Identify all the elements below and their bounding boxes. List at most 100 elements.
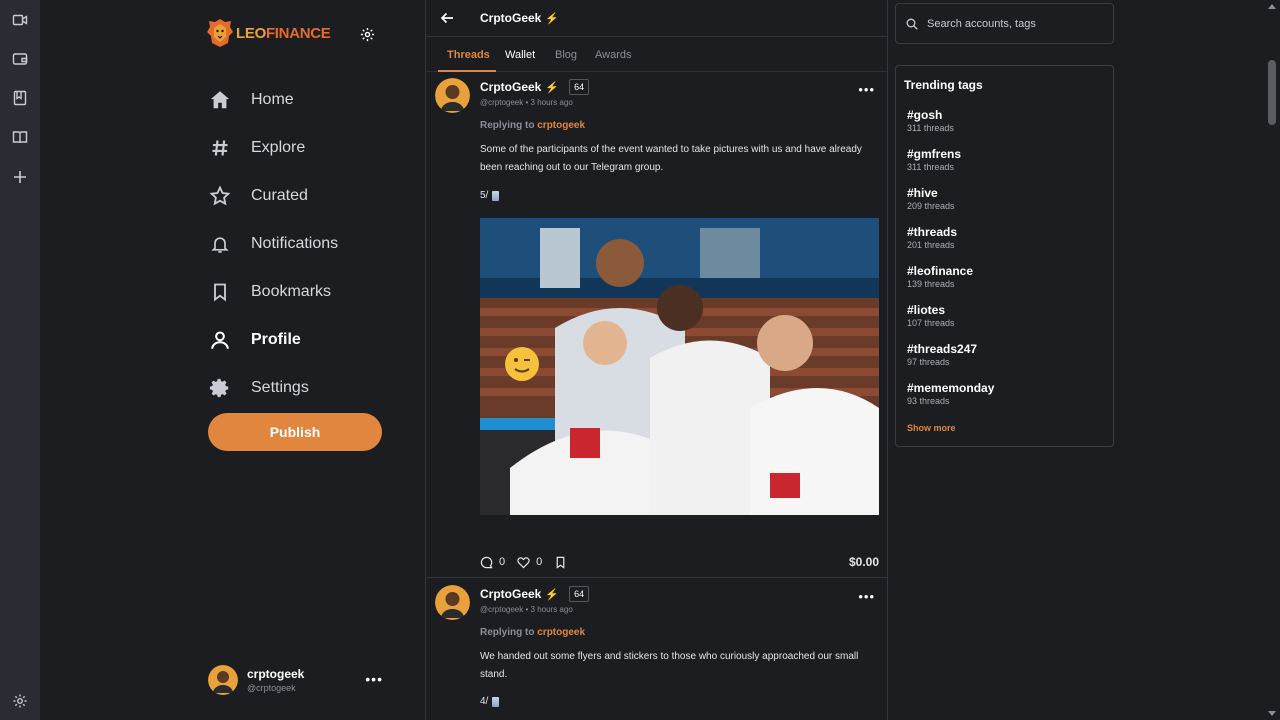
- home-icon: [208, 88, 232, 112]
- tag-name: #gosh: [907, 108, 943, 122]
- trending-tag[interactable]: #mememonday 93 threads: [907, 381, 994, 406]
- bookmark-button[interactable]: [554, 556, 573, 569]
- post-more-icon[interactable]: •••: [858, 82, 875, 97]
- nav-label-explore: Explore: [251, 139, 306, 156]
- tab-wallet[interactable]: Wallet: [505, 49, 535, 61]
- account-handle: @crptogeek: [247, 683, 296, 693]
- lightning-icon: ⚡: [545, 588, 560, 601]
- nav-label-home: Home: [251, 91, 294, 108]
- tag-count: 311 threads: [907, 123, 954, 133]
- scroll-down-arrow-icon[interactable]: [1268, 711, 1276, 716]
- post-handle: @crptogeek: [480, 98, 524, 107]
- trending-tag[interactable]: #gmfrens 311 threads: [907, 147, 961, 172]
- payout-amount[interactable]: $0.00: [849, 555, 879, 569]
- tab-awards[interactable]: Awards: [595, 49, 631, 61]
- nav-label-notifications: Notifications: [251, 235, 339, 252]
- bell-icon: [208, 232, 232, 256]
- post-author[interactable]: CrptoGeek: [480, 587, 541, 601]
- thread-counter: 5/: [480, 190, 489, 201]
- trending-tag[interactable]: #threads 201 threads: [907, 225, 957, 250]
- tag-count: 209 threads: [907, 201, 955, 211]
- nav-label-settings: Settings: [251, 379, 309, 396]
- nav-label-bookmarks: Bookmarks: [251, 283, 332, 300]
- tag-count: 201 threads: [907, 240, 955, 250]
- user-icon: [208, 328, 232, 352]
- settings-icon: [208, 376, 232, 400]
- reputation-badge: 64: [569, 79, 590, 95]
- plus-icon[interactable]: [10, 167, 30, 187]
- nav-item-home[interactable]: Home: [208, 76, 338, 124]
- replying-to-link[interactable]: crptogeek: [537, 627, 585, 638]
- profile-title: CrptoGeek: [480, 11, 542, 25]
- star-icon: [208, 184, 232, 208]
- nav-item-bookmarks[interactable]: Bookmarks: [208, 268, 338, 316]
- post-time: 3 hours ago: [530, 605, 573, 614]
- trending-tags-panel: Trending tags #gosh 311 threads #gmfrens 3…: [895, 65, 1114, 447]
- nav-item-notifications[interactable]: Notifications: [208, 220, 338, 268]
- trending-tag[interactable]: #liotes 107 threads: [907, 303, 955, 328]
- tag-name: #gmfrens: [907, 147, 962, 161]
- video-icon[interactable]: [10, 10, 30, 30]
- back-arrow-icon[interactable]: [439, 10, 455, 26]
- replying-to-link[interactable]: crptogeek: [537, 120, 585, 131]
- post-image[interactable]: [480, 218, 879, 515]
- bookmark-icon: [208, 280, 232, 304]
- post-more-icon[interactable]: •••: [858, 589, 875, 604]
- tab-threads[interactable]: Threads: [447, 49, 490, 61]
- rail-settings-icon[interactable]: [10, 691, 30, 711]
- account-more-icon[interactable]: •••: [365, 671, 383, 687]
- reputation-badge: 64: [569, 586, 590, 602]
- tag-count: 107 threads: [907, 318, 955, 328]
- post-avatar[interactable]: [435, 585, 470, 620]
- post-time: 3 hours ago: [530, 98, 573, 107]
- like-button[interactable]: 0: [517, 556, 542, 569]
- search-box[interactable]: [895, 3, 1114, 44]
- like-count: 0: [536, 556, 543, 568]
- thread-post: CrptoGeek ⚡ 64 @crptogeek • 3 hours ago …: [426, 578, 887, 720]
- open-book-icon[interactable]: [10, 127, 30, 147]
- group-photo: [480, 218, 879, 515]
- search-input[interactable]: [927, 17, 1107, 30]
- trending-tag[interactable]: #hive 209 threads: [907, 186, 955, 211]
- scroll-up-arrow-icon[interactable]: [1268, 4, 1276, 9]
- tag-name: #threads247: [907, 342, 978, 356]
- nav-item-curated[interactable]: Curated: [208, 172, 338, 220]
- tag-name: #threads: [907, 225, 958, 239]
- page-scrollbar[interactable]: [1264, 0, 1280, 720]
- left-navigation: LEOFINANCE Home Explore Curated Notifica…: [40, 0, 425, 720]
- trending-tag[interactable]: #threads247 97 threads: [907, 342, 977, 367]
- spool-icon: [492, 696, 500, 707]
- book-icon[interactable]: [10, 88, 30, 108]
- trending-title: Trending tags: [904, 78, 983, 92]
- trending-tag[interactable]: #leofinance 139 threads: [907, 264, 973, 289]
- scrollbar-thumb[interactable]: [1268, 60, 1276, 125]
- tag-count: 93 threads: [907, 396, 950, 406]
- replying-prefix: Replying to: [480, 120, 535, 131]
- show-more-link[interactable]: Show more: [907, 423, 956, 433]
- hash-icon: [208, 136, 232, 160]
- tab-blog[interactable]: Blog: [555, 49, 577, 61]
- post-author[interactable]: CrptoGeek: [480, 80, 541, 94]
- leofinance-logo[interactable]: LEOFINANCE: [206, 18, 331, 48]
- profile-feed: CrptoGeek ⚡ Threads Wallet Blog Awards C…: [425, 0, 888, 720]
- comment-button[interactable]: 0: [480, 556, 505, 569]
- main-nav: Home Explore Curated Notifications Bookm…: [208, 76, 338, 412]
- wallet-icon[interactable]: [10, 49, 30, 69]
- search-icon: [906, 18, 918, 30]
- nav-label-profile: Profile: [251, 331, 301, 348]
- post-body: We handed out some flyers and stickers t…: [480, 651, 859, 680]
- lion-logo-icon: [207, 19, 233, 47]
- account-switcher[interactable]: crptogeek @crptogeek •••: [208, 665, 383, 695]
- publish-button[interactable]: Publish: [208, 413, 382, 451]
- nav-item-settings[interactable]: Settings: [208, 364, 338, 412]
- tag-count: 97 threads: [907, 357, 950, 367]
- trending-tag[interactable]: #gosh 311 threads: [907, 108, 954, 133]
- gear-icon[interactable]: [360, 27, 375, 42]
- tag-name: #liotes: [907, 303, 946, 317]
- nav-item-explore[interactable]: Explore: [208, 124, 338, 172]
- post-avatar[interactable]: [435, 78, 470, 113]
- nav-item-profile[interactable]: Profile: [208, 316, 338, 364]
- brand-part1: LEO: [236, 24, 266, 42]
- tag-name: #mememonday: [907, 381, 995, 395]
- post-handle: @crptogeek: [480, 605, 524, 614]
